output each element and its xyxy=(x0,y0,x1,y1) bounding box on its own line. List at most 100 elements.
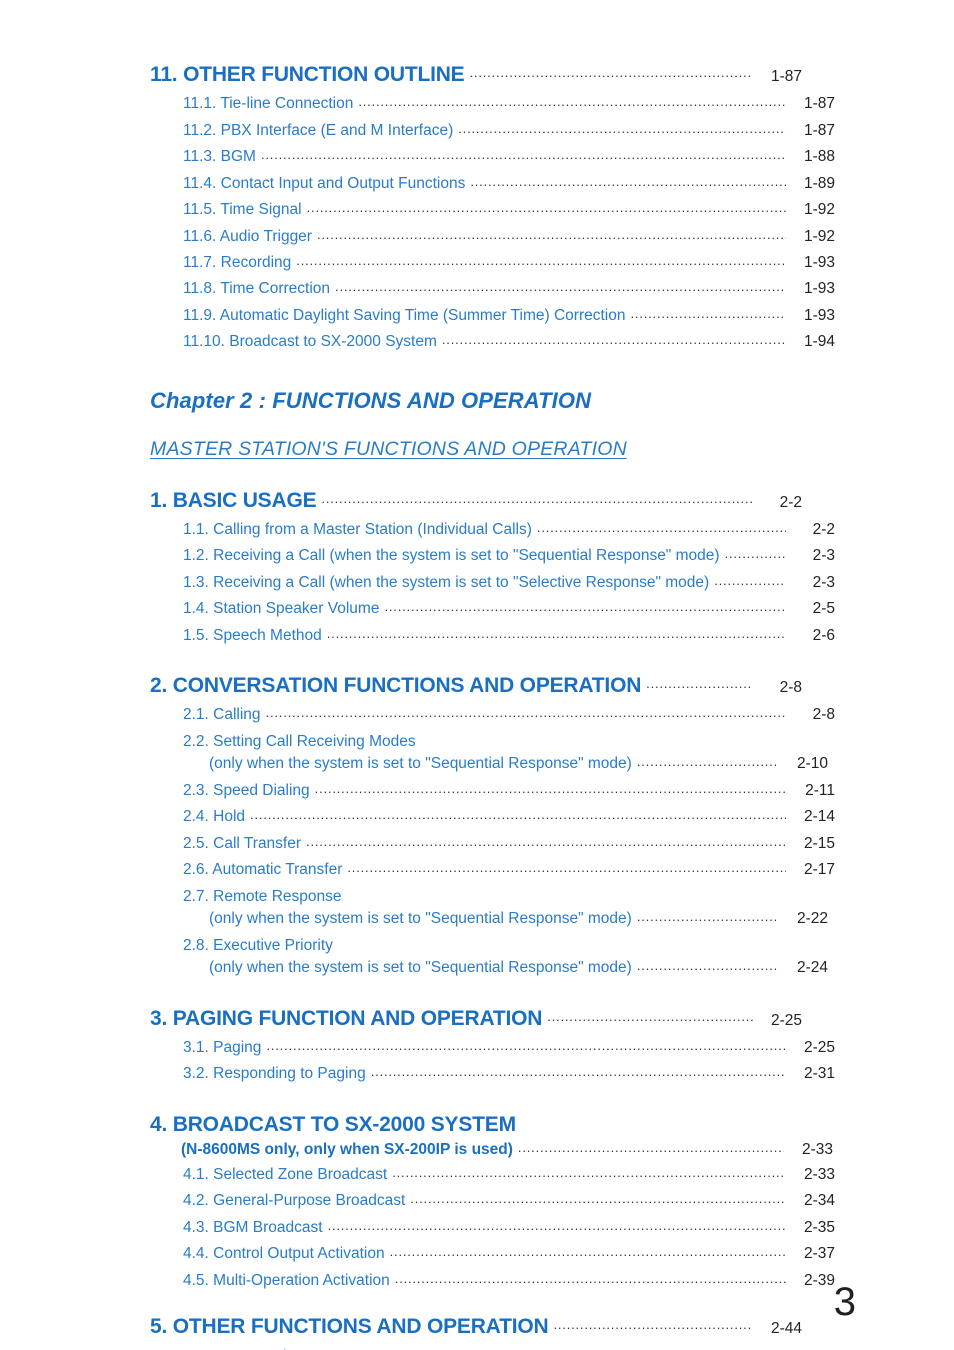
toc-item-row[interactable]: 2.3. Speed Dialing .....................… xyxy=(150,780,835,802)
toc-heading-subcaption: (N-8600MS only, only when SX-200IP is us… xyxy=(181,1140,513,1158)
toc-item-label: 5.1. Scan Monitor xyxy=(183,1346,304,1350)
toc-item-label: 1.3. Receiving a Call (when the system i… xyxy=(183,573,710,591)
toc-item-row[interactable]: 5.1. Scan Monitor ......................… xyxy=(150,1346,835,1350)
table-of-contents: 11. OTHER FUNCTION OUTLINE .............… xyxy=(150,62,835,1350)
toc-page-number: 2-8 xyxy=(779,679,802,697)
dot-leader: ........................................… xyxy=(630,306,786,320)
dot-leader: ........................................… xyxy=(646,677,753,691)
toc-item-row[interactable]: 2.6. Automatic Transfer ................… xyxy=(150,859,835,881)
toc-heading-row[interactable]: 3. PAGING FUNCTION AND OPERATION .......… xyxy=(150,1006,802,1031)
toc-page-number: 2-15 xyxy=(803,834,835,852)
toc-item-label: 4.4. Control Output Activation xyxy=(183,1245,385,1263)
toc-item-continuation-label: (only when the system is set to "Sequent… xyxy=(209,910,632,928)
toc-item-row[interactable]: 11.3. BGM ..............................… xyxy=(150,146,835,168)
toc-item-row[interactable]: 2.4. Hold ..............................… xyxy=(150,806,835,828)
toc-item-row[interactable]: 4.5. Multi-Operation Activation ........… xyxy=(150,1270,835,1292)
toc-page-number: 1-89 xyxy=(803,174,835,192)
toc-item-row[interactable]: 11.4. Contact Input and Output Functions… xyxy=(150,173,835,195)
toc-page-number: 2-11 xyxy=(805,781,835,799)
toc-item-row[interactable]: 11.5. Time Signal ......................… xyxy=(150,199,835,221)
dot-leader: ........................................… xyxy=(392,1165,786,1179)
toc-heading-row[interactable]: 5. OTHER FUNCTIONS AND OPERATION .......… xyxy=(150,1314,802,1339)
toc-item-row[interactable]: 3.2. Responding to Paging ..............… xyxy=(150,1063,835,1085)
toc-page-number: 1-93 xyxy=(803,280,835,298)
dot-leader: ........................................… xyxy=(636,959,779,973)
dot-leader: ........................................… xyxy=(441,333,786,347)
toc-item-label: 11.8. Time Correction xyxy=(183,280,331,298)
toc-item-row[interactable]: 1.3. Receiving a Call (when the system i… xyxy=(150,572,835,594)
toc-item-label: 3.2. Responding to Paging xyxy=(183,1065,366,1083)
toc-item-row[interactable]: 2.5. Call Transfer .....................… xyxy=(150,833,835,855)
toc-item-label: 11.1. Tie-line Connection xyxy=(183,95,354,113)
toc-item-row[interactable]: 4.3. BGM Broadcast .....................… xyxy=(150,1217,835,1239)
toc-item-row[interactable]: 11.10. Broadcast to SX-2000 System .....… xyxy=(150,331,835,353)
toc-item-row[interactable]: 11.7. Recording ........................… xyxy=(150,252,835,274)
toc-item-row[interactable]: 4.1. Selected Zone Broadcast ...........… xyxy=(150,1164,835,1186)
toc-item-label: 2.3. Speed Dialing xyxy=(183,781,310,799)
dot-leader: ........................................… xyxy=(724,547,786,561)
toc-page-number: 1-88 xyxy=(803,148,835,166)
toc-item-label: 2.6. Automatic Transfer xyxy=(183,861,343,879)
dot-leader: ........................................… xyxy=(335,280,786,294)
dot-leader: ........................................… xyxy=(394,1271,786,1285)
document-page: 11. OTHER FUNCTION OUTLINE .............… xyxy=(0,0,954,1350)
toc-page-number: 2-31 xyxy=(803,1065,835,1083)
toc-page-number: 2-17 xyxy=(803,861,835,879)
toc-item-row[interactable]: 2.2. Setting Call Receiving Modes (only … xyxy=(150,731,828,776)
dot-leader: ........................................… xyxy=(636,910,779,924)
toc-item-row[interactable]: 1.1. Calling from a Master Station (Indi… xyxy=(150,519,835,541)
toc-page-number: 1-92 xyxy=(803,201,835,219)
toc-item-label: 3.1. Paging xyxy=(183,1038,262,1056)
toc-item-label: 11.2. PBX Interface (E and M Interface) xyxy=(183,121,454,139)
toc-item-row[interactable]: 2.8. Executive Priority (only when the s… xyxy=(150,935,828,980)
toc-item-label: 1.1. Calling from a Master Station (Indi… xyxy=(183,520,532,538)
dot-leader: ........................................… xyxy=(384,600,786,614)
toc-item-row[interactable]: 11.1. Tie-line Connection ..............… xyxy=(150,93,835,115)
toc-item-label: 4.1. Selected Zone Broadcast xyxy=(183,1165,388,1183)
toc-item-row[interactable]: 1.4. Station Speaker Volume ............… xyxy=(150,598,835,620)
toc-item-label: 4.3. BGM Broadcast xyxy=(183,1218,323,1236)
toc-page-number: 1-93 xyxy=(803,306,835,324)
toc-page-number: 2-33 xyxy=(803,1165,835,1183)
toc-item-label: 11.4. Contact Input and Output Functions xyxy=(183,174,466,192)
toc-item-continuation-row: (only when the system is set to "Sequent… xyxy=(183,908,828,930)
toc-heading-row[interactable]: 1. BASIC USAGE .........................… xyxy=(150,488,802,513)
toc-item-row[interactable]: 1.2. Receiving a Call (when the system i… xyxy=(150,545,835,567)
toc-item-label: 11.6. Audio Trigger xyxy=(183,227,312,245)
toc-item-row[interactable]: 1.5. Speech Method .....................… xyxy=(150,625,835,647)
toc-item-label: 11.5. Time Signal xyxy=(183,201,302,219)
dot-leader: ........................................… xyxy=(469,66,754,79)
toc-item-row[interactable]: 4.2. General-Purpose Broadcast .........… xyxy=(150,1190,835,1212)
dot-leader: ........................................… xyxy=(458,121,786,135)
toc-item-row[interactable]: 4.4. Control Output Activation .........… xyxy=(150,1243,835,1265)
toc-heading-row[interactable]: 11. OTHER FUNCTION OUTLINE .............… xyxy=(150,62,802,87)
dot-leader: ........................................… xyxy=(470,174,786,188)
toc-page-number: 2-25 xyxy=(803,1038,835,1056)
toc-item-label: 11.3. BGM xyxy=(183,148,256,166)
toc-item-row[interactable]: 2.7. Remote Response (only when the syst… xyxy=(150,886,828,931)
dot-leader: ........................................… xyxy=(389,1245,786,1259)
toc-item-row[interactable]: 11.8. Time Correction ..................… xyxy=(150,278,835,300)
toc-page-number: 2-2 xyxy=(779,493,802,511)
toc-item-row[interactable]: 11.6. Audio Trigger ....................… xyxy=(150,226,835,248)
toc-item-row[interactable]: 11.2. PBX Interface (E and M Interface) … xyxy=(150,120,835,142)
dot-leader: ........................................… xyxy=(306,834,786,848)
chapter-subtitle: MASTER STATION'S FUNCTIONS AND OPERATION xyxy=(150,438,627,461)
dot-leader: ........................................… xyxy=(265,706,786,720)
toc-page-number: 2-2 xyxy=(812,520,835,538)
toc-item-row[interactable]: 11.9. Automatic Daylight Saving Time (Su… xyxy=(150,305,835,327)
toc-heading-row[interactable]: 2. CONVERSATION FUNCTIONS AND OPERATION … xyxy=(150,673,802,698)
toc-heading-label: 5. OTHER FUNCTIONS AND OPERATION xyxy=(150,1315,549,1339)
dot-leader: ........................................… xyxy=(296,254,786,267)
toc-heading-subcaption-row[interactable]: (N-8600MS only, only when SX-200IP is us… xyxy=(150,1140,833,1160)
toc-page-number: 2-34 xyxy=(803,1192,835,1210)
dot-leader: ........................................… xyxy=(410,1192,786,1206)
dot-leader: ........................................… xyxy=(714,573,786,587)
toc-item-label: 11.7. Recording xyxy=(183,254,292,271)
toc-item-row[interactable]: 2.1. Calling ...........................… xyxy=(150,704,835,726)
toc-item-row[interactable]: 3.1. Paging ............................… xyxy=(150,1037,835,1059)
